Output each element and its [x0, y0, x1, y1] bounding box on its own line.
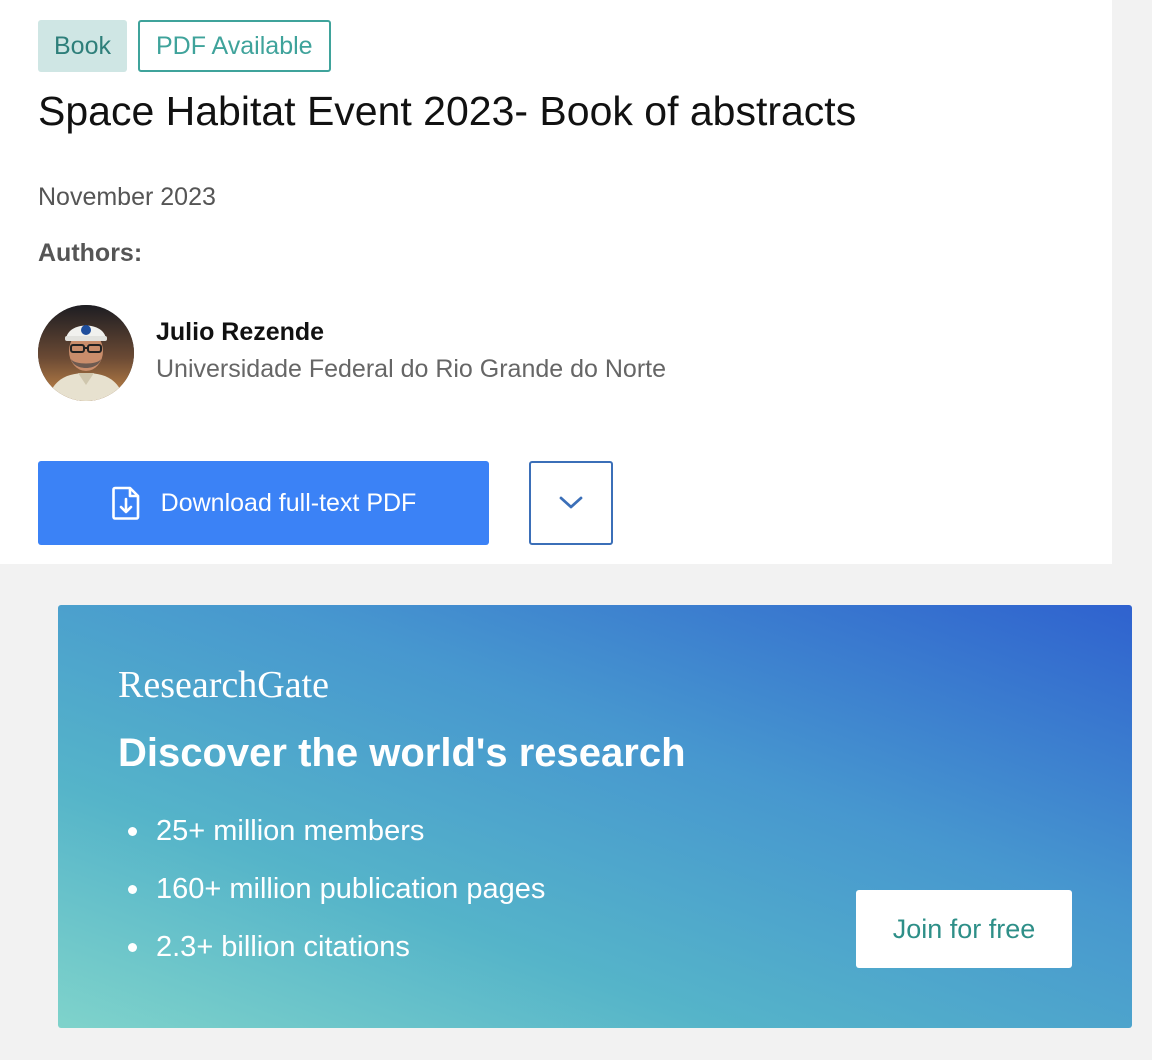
publication-card: Book PDF Available Space Habitat Event 2… [0, 0, 1112, 564]
download-pdf-button[interactable]: Download full-text PDF [38, 461, 489, 545]
stat-publication-pages: 160+ million publication pages [118, 869, 545, 927]
stats-list: 25+ million members 160+ million publica… [118, 811, 545, 985]
page-title: Space Habitat Event 2023- Book of abstra… [38, 88, 857, 134]
author-affiliation[interactable]: Universidade Federal do Rio Grande do No… [156, 355, 666, 384]
join-for-free-button[interactable]: Join for free [856, 890, 1072, 968]
authors-label: Authors: [38, 239, 143, 267]
author-name[interactable]: Julio Rezende [156, 318, 324, 347]
publication-date: November 2023 [38, 183, 216, 211]
file-download-icon [111, 486, 141, 520]
avatar[interactable] [38, 305, 134, 401]
type-badge: Book [38, 20, 127, 72]
stat-citations: 2.3+ billion citations [118, 927, 545, 985]
chevron-down-icon [559, 496, 583, 509]
more-options-button[interactable] [529, 461, 613, 545]
download-pdf-label: Download full-text PDF [160, 488, 417, 517]
researchgate-logo: ResearchGate [118, 664, 329, 706]
banner-headline: Discover the world's research [118, 731, 686, 775]
badge-row: Book PDF Available [38, 20, 331, 72]
author-photo-icon [38, 305, 134, 401]
signup-banner: ResearchGate Discover the world's resear… [58, 605, 1132, 1028]
pdf-available-badge: PDF Available [137, 20, 331, 72]
stat-members: 25+ million members [118, 811, 545, 869]
